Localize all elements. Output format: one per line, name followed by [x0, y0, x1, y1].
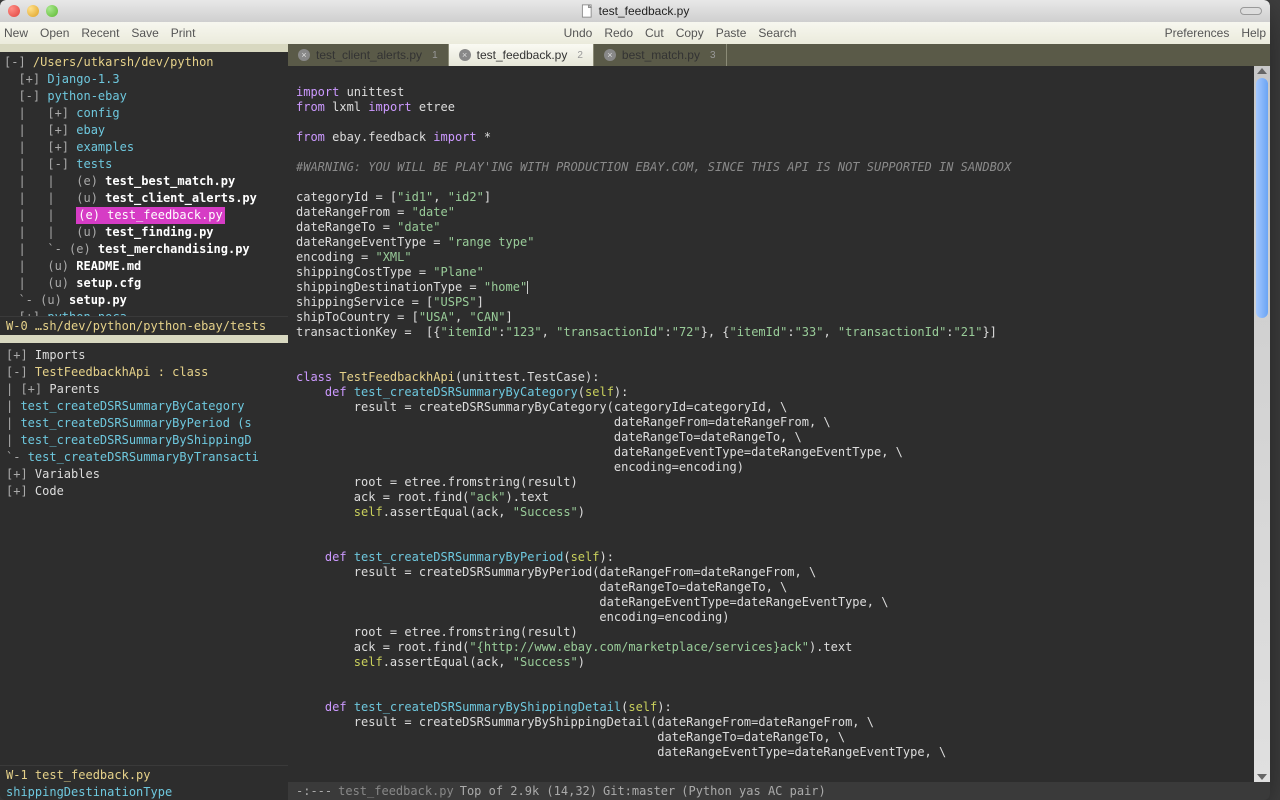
menu-bar: New Open Recent Save Print Undo Redo Cut… [0, 22, 1270, 44]
tree-item[interactable]: | [+] examples [4, 139, 284, 156]
tree-item[interactable]: | [+] ebay [4, 122, 284, 139]
tab-bar: × test_client_alerts.py 1 × test_feedback.py… [288, 44, 1270, 66]
status-git: Git:master [603, 784, 675, 798]
tree-item[interactable]: | (u) setup.cfg [4, 275, 284, 292]
menu-cut[interactable]: Cut [645, 26, 664, 40]
menu-preferences[interactable]: Preferences [1165, 26, 1230, 40]
tree-item[interactable]: | | (e) test_feedback.py [4, 207, 284, 224]
status-w0: W-0 …sh/dev/python/python-ebay/tests [0, 316, 288, 335]
menu-open[interactable]: Open [40, 26, 69, 40]
tab-label: test_feedback.py [477, 48, 568, 62]
outline-item[interactable]: | test_createDSRSummaryByShippingD [6, 432, 282, 449]
zoom-icon[interactable] [46, 5, 58, 17]
tree-item[interactable]: [-] python-ebay [4, 88, 284, 105]
menu-paste[interactable]: Paste [716, 26, 747, 40]
status-bar: -:--- test_feedback.py Top of 2.9k (14,3… [288, 782, 1270, 800]
tab[interactable]: × best_match.py 3 [594, 44, 727, 66]
editor-window: test_feedback.py New Open Recent Save Pr… [0, 0, 1270, 800]
sidebar-top-divider [0, 44, 288, 52]
menu-copy[interactable]: Copy [676, 26, 704, 40]
menu-search[interactable]: Search [758, 26, 796, 40]
window-title: test_feedback.py [581, 4, 690, 18]
outline-item[interactable]: `- test_createDSRSummaryByTransacti [6, 449, 282, 466]
status-position: Top of 2.9k (14,32) [460, 784, 597, 798]
status-file: test_feedback.py [338, 784, 454, 798]
menu-print[interactable]: Print [171, 26, 196, 40]
cursor-icon [527, 281, 528, 294]
tab-close-icon[interactable]: × [298, 49, 310, 61]
outline-item[interactable]: | test_createDSRSummaryByCategory [6, 398, 282, 415]
traffic-lights [8, 5, 58, 17]
toolbar-pill-icon[interactable] [1240, 7, 1262, 15]
sidebar: [-] /Users/utkarsh/dev/python [+] Django… [0, 44, 288, 800]
scrollbar-thumb[interactable] [1256, 78, 1268, 318]
menu-help[interactable]: Help [1241, 26, 1266, 40]
outline-item[interactable]: [-] TestFeedbackhApi : class [6, 364, 282, 381]
tab-label: best_match.py [622, 48, 700, 62]
code-editor[interactable]: import unittest from lxml import etree f… [288, 66, 1254, 782]
editor-scrollbar[interactable] [1254, 66, 1270, 782]
tree-item[interactable]: [+] Django-1.3 [4, 71, 284, 88]
outline-item[interactable]: | [+] Parents [6, 381, 282, 398]
tree-root[interactable]: /Users/utkarsh/dev/python [33, 55, 214, 69]
menu-undo[interactable]: Undo [564, 26, 593, 40]
tab-number: 3 [710, 50, 716, 61]
menu-recent[interactable]: Recent [81, 26, 119, 40]
status-flags: -:--- [296, 784, 332, 798]
status-w1: W-1 test_feedback.py [0, 765, 288, 784]
tab[interactable]: × test_feedback.py 2 [449, 44, 594, 66]
title-bar[interactable]: test_feedback.py [0, 0, 1270, 22]
symbol-reference: shippingDestinationType [0, 784, 288, 800]
outline-item[interactable]: [+] Imports [6, 347, 282, 364]
file-tree[interactable]: [-] /Users/utkarsh/dev/python [+] Django… [0, 52, 288, 316]
minimize-icon[interactable] [27, 5, 39, 17]
tree-item[interactable]: | | (u) test_finding.py [4, 224, 284, 241]
sidebar-mid-divider [0, 335, 288, 343]
window-title-text: test_feedback.py [599, 4, 690, 18]
scroll-up-icon[interactable] [1257, 68, 1267, 74]
tab-number: 1 [432, 50, 438, 61]
code-outline[interactable]: [+] Imports[-] TestFeedbackhApi : class|… [0, 343, 288, 504]
tab-close-icon[interactable]: × [459, 49, 471, 61]
scroll-down-icon[interactable] [1257, 774, 1267, 780]
menu-redo[interactable]: Redo [604, 26, 633, 40]
tree-item[interactable]: `- (u) setup.py [4, 292, 284, 309]
tree-item[interactable]: | (u) README.md [4, 258, 284, 275]
tab-number: 2 [577, 50, 583, 61]
outline-item[interactable]: [+] Code [6, 483, 282, 500]
tree-item[interactable]: | [-] tests [4, 156, 284, 173]
tab[interactable]: × test_client_alerts.py 1 [288, 44, 449, 66]
tree-item[interactable]: | | (u) test_client_alerts.py [4, 190, 284, 207]
outline-item[interactable]: [+] Variables [6, 466, 282, 483]
menu-new[interactable]: New [4, 26, 28, 40]
tree-item[interactable]: | `- (e) test_merchandising.py [4, 241, 284, 258]
tree-item[interactable]: | | (e) test_best_match.py [4, 173, 284, 190]
status-modes: (Python yas AC pair) [681, 784, 826, 798]
close-icon[interactable] [8, 5, 20, 17]
tree-item[interactable]: | [+] config [4, 105, 284, 122]
main-panel: × test_client_alerts.py 1 × test_feedback.py… [288, 44, 1270, 800]
tab-close-icon[interactable]: × [604, 49, 616, 61]
outline-item[interactable]: | test_createDSRSummaryByPeriod (s [6, 415, 282, 432]
menu-save[interactable]: Save [131, 26, 158, 40]
tab-label: test_client_alerts.py [316, 48, 422, 62]
